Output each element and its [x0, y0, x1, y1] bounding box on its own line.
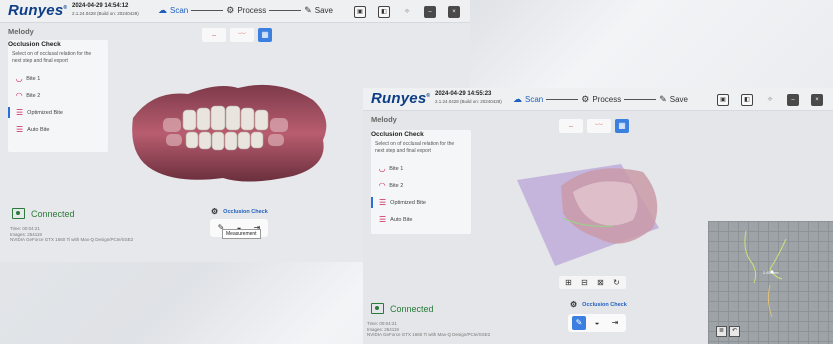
bite-selector-strip: ᴗᴗ ︶︶ ▦: [202, 28, 272, 42]
export-tool-icon[interactable]: ⇥: [608, 316, 622, 330]
scan-icon: ☁: [513, 94, 522, 104]
runyes-logo: Runyes®: [371, 90, 431, 107]
bite-1-icon: ◟◞: [379, 164, 386, 173]
bite-1-icon: ◟◞: [16, 74, 23, 83]
distance-readout: 2.83 mm: [763, 270, 779, 275]
panel-description: Select on of occlusal relation for the n…: [12, 51, 92, 64]
occlusion-panel: Occlusion Check Select on of occlusal re…: [8, 40, 108, 152]
patient-name: Melody: [371, 115, 397, 124]
option-bite-2[interactable]: ◜◝ Bite 2: [8, 87, 108, 104]
option-bite-1[interactable]: ◟◞ Bite 1: [8, 70, 108, 87]
bite-2-icon: ◜◝: [16, 91, 23, 100]
list-icon[interactable]: ≣: [716, 326, 727, 337]
runyes-logo: Runyes®: [8, 2, 68, 19]
step-scan[interactable]: ☁ Scan: [513, 94, 543, 105]
connection-status: Connected: [371, 303, 434, 314]
build-label: 2.1.24.0428 (Build on: 20240428): [435, 99, 502, 104]
view-lower-icon[interactable]: ⊠: [595, 278, 606, 287]
optimized-bite-icon: ☰: [16, 108, 24, 117]
option-auto-bite[interactable]: ☰ Auto Bite: [371, 211, 471, 228]
view-front-icon[interactable]: ⊞: [563, 278, 574, 287]
connection-status: Connected: [12, 208, 75, 219]
layout-button[interactable]: ◧: [378, 6, 390, 18]
option-bite-2[interactable]: ◜◝ Bite 2: [371, 177, 471, 194]
measurement-tool-icon[interactable]: ✎: [572, 316, 586, 330]
close-button[interactable]: ×: [448, 6, 460, 18]
workflow-steps: ☁ Scan ⚙ Process ✎ Save: [513, 94, 688, 105]
step-process[interactable]: ⚙ Process: [226, 5, 266, 16]
view-tool-strip: ⊞ ⊟ ⊠ ↻: [559, 276, 626, 289]
occlusion-check-icon: ⚙: [570, 300, 578, 309]
screenshot-button[interactable]: ▣: [354, 6, 366, 18]
bite-2-icon: ◜◝: [379, 181, 386, 190]
rotate-icon[interactable]: ↻: [611, 278, 622, 287]
contact-tool-icon[interactable]: ◒: [590, 316, 604, 330]
section-minimap[interactable]: 2.83 mm ≣ ↶: [708, 221, 833, 344]
tool-strip: ✎ ◒ ⇥: [568, 314, 626, 332]
step-divider: [269, 10, 302, 11]
save-icon: ✎: [304, 5, 312, 15]
datetime-label: 2024-04-29 14:54:12: [72, 3, 129, 9]
datetime-label: 2024-04-29 14:55:23: [435, 91, 492, 97]
scanner-connected-icon: [12, 208, 25, 219]
title-bar: Runyes® 2024-04-29 14:54:12 2.1.24.0428 …: [0, 0, 470, 23]
bite-thumb-lower[interactable]: ︶︶: [587, 119, 611, 133]
crosshair-icon[interactable]: ⌖: [402, 6, 412, 16]
dental-scan-3d-view[interactable]: [128, 78, 333, 186]
scan-icon: ☁: [158, 5, 167, 15]
step-divider: [191, 10, 224, 11]
panel-title: Occlusion Check: [371, 131, 424, 138]
screenshot-button[interactable]: ▣: [717, 94, 729, 106]
view-upper-icon[interactable]: ⊟: [579, 278, 590, 287]
session-info: Time: 00:04:21 Images: 254119 NVIDIA GeFor…: [10, 226, 134, 242]
crosshair-icon[interactable]: ⌖: [765, 94, 775, 104]
bite-thumb-lower[interactable]: ︶︶: [230, 28, 254, 42]
occlusion-check-header: ⚙ Occlusion Check: [211, 207, 268, 216]
option-bite-1[interactable]: ◟◞ Bite 1: [371, 160, 471, 177]
step-divider: [546, 99, 579, 100]
auto-bite-icon: ☰: [16, 125, 24, 134]
build-label: 2.1.24.0428 (Build on: 20240428): [72, 11, 139, 16]
step-scan[interactable]: ☁ Scan: [158, 5, 188, 16]
minimize-button[interactable]: –: [787, 94, 799, 106]
option-optimized-bite[interactable]: ☰ Optimized Bite: [8, 104, 108, 121]
minimap-controls: ≣ ↶: [716, 326, 740, 337]
process-icon: ⚙: [226, 5, 235, 15]
layout-button[interactable]: ◧: [741, 94, 753, 106]
step-divider: [624, 99, 657, 100]
process-icon: ⚙: [581, 94, 590, 104]
window-controls: ▣ ◧ ⌖ – ×: [717, 94, 823, 106]
step-process[interactable]: ⚙ Process: [581, 94, 621, 105]
patient-name: Melody: [8, 27, 34, 36]
measurement-tooltip: Measurement: [222, 229, 261, 239]
workflow-steps: ☁ Scan ⚙ Process ✎ Save: [158, 5, 333, 16]
step-save[interactable]: ✎ Save: [304, 5, 333, 16]
session-info: Time: 00:04:21 Images: 254119 NVIDIA GeFor…: [367, 321, 491, 337]
optimized-bite-icon: ☰: [379, 198, 387, 207]
bite-thumb-upper[interactable]: ᴗᴗ: [202, 28, 226, 42]
panel-title: Occlusion Check: [8, 41, 61, 48]
occlusion-check-icon: ⚙: [211, 207, 219, 216]
bite-thumb-upper[interactable]: ᴗᴗ: [559, 119, 583, 133]
panel-description: Select on of occlusal relation for the n…: [375, 141, 455, 154]
title-bar: Runyes® 2024-04-29 14:55:23 2.1.24.0428 …: [363, 88, 833, 111]
option-auto-bite[interactable]: ☰ Auto Bite: [8, 121, 108, 138]
window-controls: ▣ ◧ ⌖ – ×: [354, 6, 460, 18]
undo-icon[interactable]: ↶: [729, 326, 740, 337]
scanner-connected-icon: [371, 303, 384, 314]
occlusion-check-header: ⚙ Occlusion Check: [570, 300, 627, 309]
step-save[interactable]: ✎ Save: [659, 94, 688, 105]
dental-scan-3d-view[interactable]: [503, 158, 683, 273]
bite-selector-strip: ᴗᴗ ︶︶ ▦: [559, 119, 629, 133]
bite-thumb-active[interactable]: ▦: [615, 119, 629, 133]
minimize-button[interactable]: –: [424, 6, 436, 18]
close-button[interactable]: ×: [811, 94, 823, 106]
auto-bite-icon: ☰: [379, 215, 387, 224]
occlusion-panel: Occlusion Check Select on of occlusal re…: [371, 130, 471, 234]
option-optimized-bite[interactable]: ☰ Optimized Bite: [371, 194, 471, 211]
save-icon: ✎: [659, 94, 667, 104]
bite-thumb-active[interactable]: ▦: [258, 28, 272, 42]
